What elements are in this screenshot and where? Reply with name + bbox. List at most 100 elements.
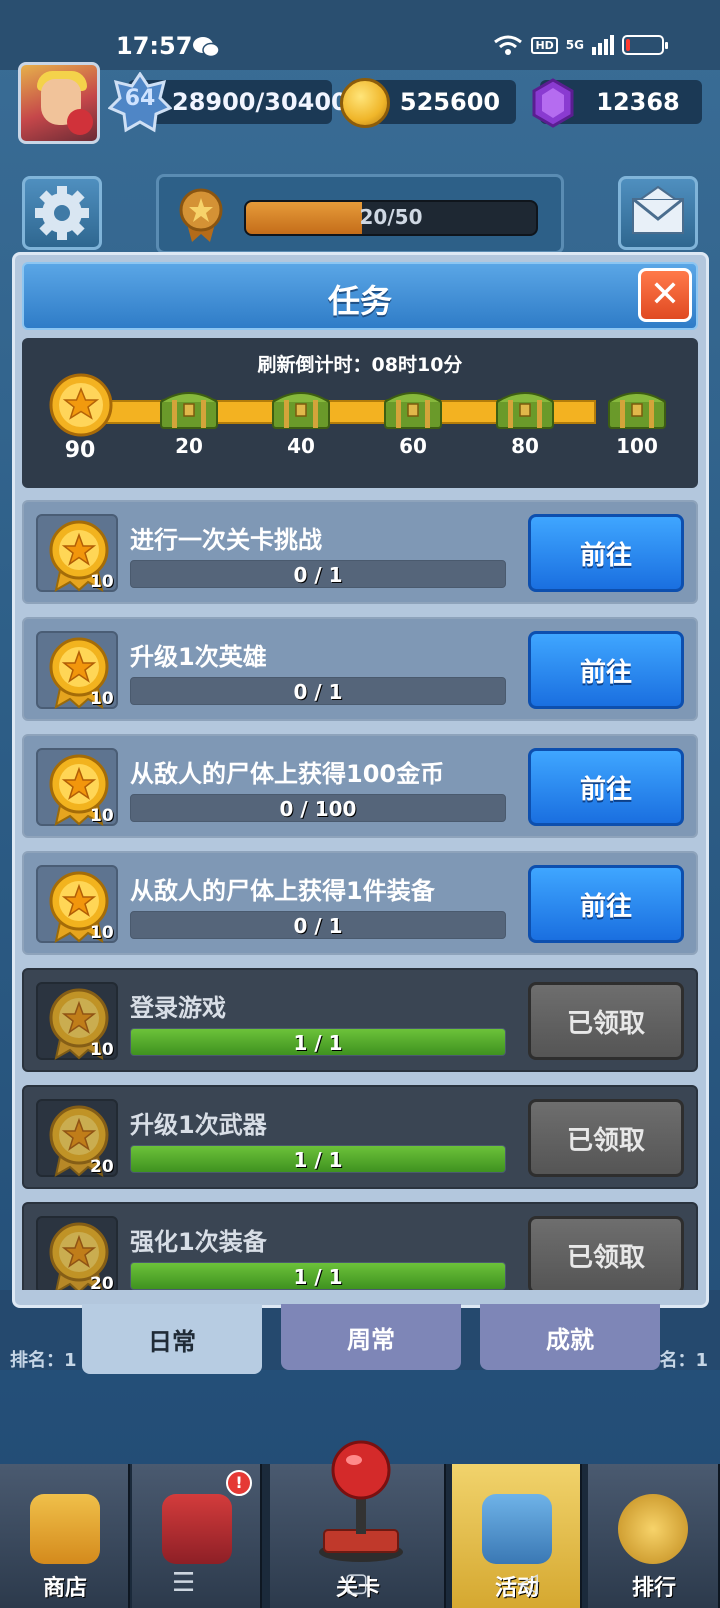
coin-amount: 525600 xyxy=(399,88,501,116)
activity-score: 90 xyxy=(64,438,96,463)
task-progress-bar: 0 / 100 xyxy=(130,794,506,822)
nav-rank[interactable]: 排行 xyxy=(588,1464,720,1608)
nav-event-label: 活动 xyxy=(494,1576,539,1601)
activity-medal-icon xyxy=(49,373,113,437)
task-row: 20 升级1次武器 1 / 1 已领取 xyxy=(22,1085,698,1189)
signal-icon xyxy=(592,35,614,55)
nav-event[interactable]: 活动 xyxy=(452,1464,582,1608)
task-progress-bar: 1 / 1 xyxy=(130,1262,506,1290)
rank-right-label: 名：1 xyxy=(659,1350,708,1371)
go-button[interactable]: 前往 xyxy=(528,865,684,943)
gem-icon xyxy=(532,78,574,128)
system-back-icon[interactable]: ◁ xyxy=(518,1568,538,1598)
task-title: 进行一次关卡挑战 xyxy=(130,526,322,554)
task-row: 10 从敌人的尸体上获得1件装备 0 / 1 前往 xyxy=(22,851,698,955)
rank-emblem-icon xyxy=(618,1494,688,1564)
task-reward-amount: 20 xyxy=(90,1157,114,1177)
season-medal-icon xyxy=(179,188,223,242)
task-progress-bar: 0 / 1 xyxy=(130,911,506,939)
go-button[interactable]: 前往 xyxy=(528,631,684,709)
status-icons: HD 5G xyxy=(493,34,668,56)
task-progress-text: 0 / 1 xyxy=(293,563,343,587)
chest-icon[interactable] xyxy=(494,384,556,430)
task-reward-amount: 10 xyxy=(90,689,114,709)
chest-icon[interactable] xyxy=(606,384,668,430)
task-progress-bar: 1 / 1 xyxy=(130,1145,506,1173)
task-reward-box: 20 xyxy=(36,1216,118,1290)
gem-amount: 12368 xyxy=(596,88,680,116)
player-level: 64 xyxy=(124,86,156,111)
chest-icon[interactable] xyxy=(270,384,332,430)
task-row: 10 从敌人的尸体上获得100金币 0 / 100 前往 xyxy=(22,734,698,838)
network-label: 5G xyxy=(565,38,584,52)
mail-button[interactable] xyxy=(618,176,698,250)
hd-icon: HD xyxy=(531,36,558,54)
task-title: 登录游戏 xyxy=(130,994,226,1022)
mail-icon xyxy=(632,185,684,234)
milestone-label: 60 xyxy=(399,434,427,458)
player-avatar[interactable] xyxy=(18,62,100,144)
wechat-icon xyxy=(193,37,220,58)
claimed-button[interactable]: 已领取 xyxy=(528,1099,684,1177)
milestone-label: 80 xyxy=(511,434,539,458)
task-reward-box: 10 xyxy=(36,865,118,943)
milestone-label: 20 xyxy=(175,434,203,458)
task-progress-bar: 0 / 1 xyxy=(130,560,506,588)
refresh-countdown: 刷新倒计时：08时10分 xyxy=(257,354,463,376)
coin-icon xyxy=(340,78,390,128)
task-progress-text: 0 / 1 xyxy=(293,680,343,704)
nav-rank-label: 排行 xyxy=(631,1576,676,1601)
task-reward-box: 10 xyxy=(36,748,118,826)
task-progress-text: 0 / 100 xyxy=(279,797,357,821)
nav-shop[interactable]: 商店 xyxy=(0,1464,130,1608)
task-title: 升级1次英雄 xyxy=(130,643,267,671)
season-progress-text: 20/50 xyxy=(359,205,423,229)
task-reward-box: 10 xyxy=(36,982,118,1060)
tab-achievement[interactable]: 成就 xyxy=(480,1304,660,1370)
wifi-icon xyxy=(494,35,523,55)
nav-hero[interactable]: ! xyxy=(132,1464,262,1608)
event-icon xyxy=(482,1494,552,1564)
task-title: 从敌人的尸体上获得1件装备 xyxy=(130,877,435,905)
task-row: 10 进行一次关卡挑战 0 / 1 前往 xyxy=(22,500,698,604)
joystick-icon xyxy=(319,1440,403,1562)
task-reward-amount: 10 xyxy=(90,923,114,943)
close-button[interactable]: ✕ xyxy=(638,268,692,322)
task-progress-text: 1 / 1 xyxy=(293,1265,343,1289)
task-row: 10 升级1次英雄 0 / 1 前往 xyxy=(22,617,698,721)
claimed-button[interactable]: 已领取 xyxy=(528,1216,684,1290)
gear-icon xyxy=(35,186,89,240)
go-button[interactable]: 前往 xyxy=(528,748,684,826)
system-menu-icon[interactable]: ☰ xyxy=(172,1568,195,1598)
task-progress-bar: 1 / 1 xyxy=(130,1028,506,1056)
task-reward-box: 10 xyxy=(36,514,118,592)
system-home-icon[interactable]: ▢ xyxy=(344,1568,369,1598)
robot-icon xyxy=(162,1494,232,1564)
task-progress-text: 1 / 1 xyxy=(293,1148,343,1172)
tab-weekly[interactable]: 周常 xyxy=(281,1304,461,1370)
close-icon: ✕ xyxy=(649,274,681,315)
task-title: 强化1次装备 xyxy=(130,1228,267,1256)
task-progress-text: 0 / 1 xyxy=(293,914,343,938)
task-progress-text: 1 / 1 xyxy=(293,1031,343,1055)
milestone-label: 100 xyxy=(616,434,658,458)
task-row: 10 登录游戏 1 / 1 已领取 xyxy=(22,968,698,1072)
task-reward-amount: 10 xyxy=(90,572,114,592)
modal-title: 任务 xyxy=(327,282,392,320)
shop-icon xyxy=(30,1494,100,1564)
go-button[interactable]: 前往 xyxy=(528,514,684,592)
settings-button[interactable] xyxy=(22,176,102,250)
task-progress-bar: 0 / 1 xyxy=(130,677,506,705)
chest-icon[interactable] xyxy=(382,384,444,430)
notification-badge: ! xyxy=(226,1470,252,1496)
claimed-button[interactable]: 已领取 xyxy=(528,982,684,1060)
task-reward-amount: 10 xyxy=(90,806,114,826)
task-title: 升级1次武器 xyxy=(130,1111,267,1139)
task-title: 从敌人的尸体上获得100金币 xyxy=(130,760,445,788)
chest-icon[interactable] xyxy=(158,384,220,430)
milestone-label: 40 xyxy=(287,434,315,458)
task-reward-box: 20 xyxy=(36,1099,118,1177)
tab-daily[interactable]: 日常 xyxy=(82,1304,262,1374)
rank-left-label: 排名：1 xyxy=(10,1350,77,1371)
task-list[interactable]: 10 进行一次关卡挑战 0 / 1 前往 10 升级1次英雄 0 / 1 前往 10 从敌人的尸体… xyxy=(22,500,698,1290)
